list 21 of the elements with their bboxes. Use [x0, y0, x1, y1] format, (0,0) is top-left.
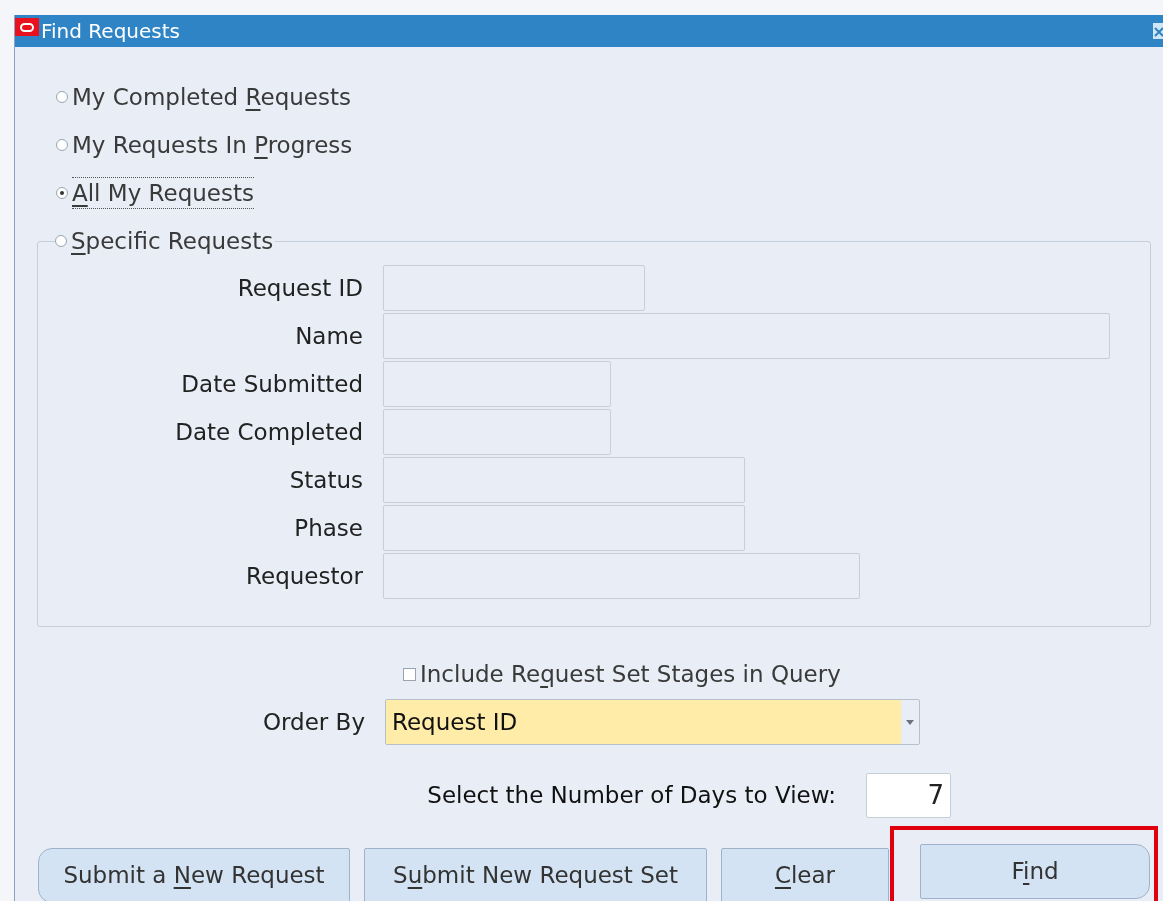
radio-label[interactable]: My Requests In Progress	[72, 127, 353, 163]
action-button[interactable]: Clear	[721, 847, 889, 901]
field-label: Request ID	[236, 273, 364, 303]
action-button[interactable]: Submit New Request Set	[364, 847, 707, 901]
days-input[interactable]: 7	[866, 772, 951, 818]
field-label: Date Completed	[174, 417, 364, 447]
order-by-dropdown[interactable]: Request ID	[385, 699, 920, 745]
field-label: Phase	[293, 513, 364, 543]
field-label: Select the Number of Days to View:	[427, 780, 836, 810]
action-button[interactable]: Find	[920, 844, 1150, 899]
field-label: Order By	[261, 707, 366, 737]
field-label: Name	[294, 321, 364, 351]
radio-label[interactable]: All My Requests	[72, 177, 254, 209]
field-label: Date Submitted	[180, 369, 364, 399]
radio-label[interactable]: My Completed Requests	[72, 79, 351, 115]
window-title: Find Requests	[41, 18, 180, 45]
field-label: Status	[288, 465, 364, 495]
action-button[interactable]: Submit a New Request	[38, 847, 350, 901]
field-label: Requestor	[245, 561, 364, 591]
radio-label[interactable]: Specific Requests	[71, 223, 274, 259]
checkbox-label[interactable]: Include Request Set Stages in Query	[420, 656, 841, 692]
